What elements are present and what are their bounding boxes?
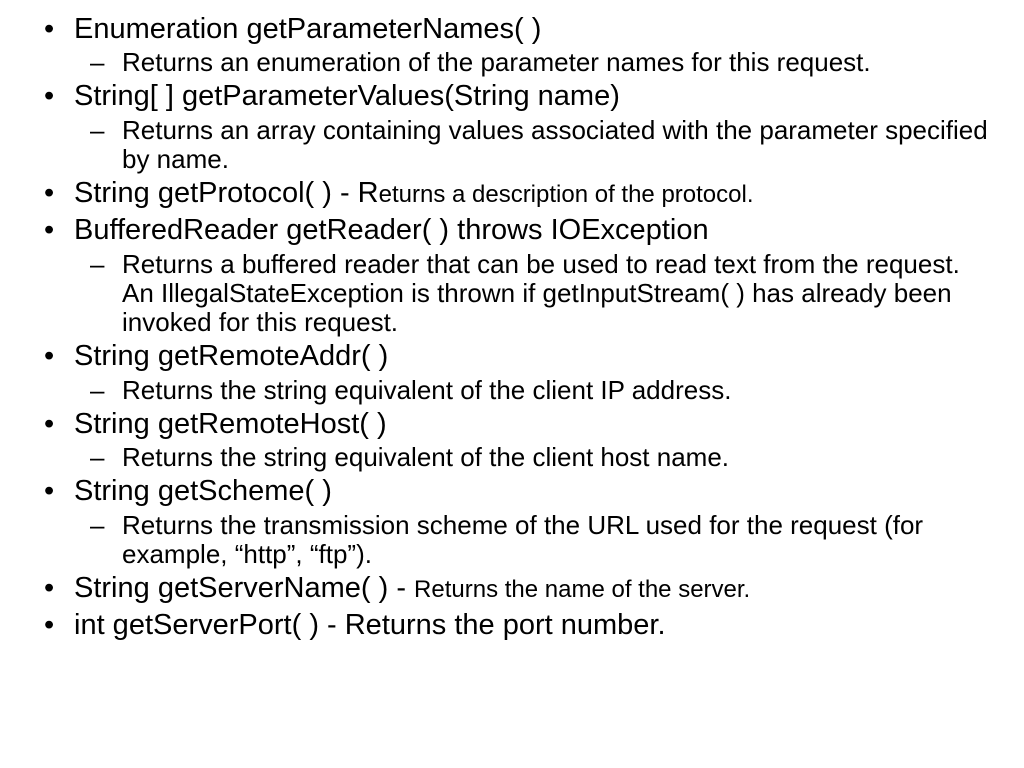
- sub-item-text: Returns the string equivalent of the cli…: [122, 442, 729, 472]
- sub-item-text: Returns a buffered reader that can be us…: [122, 249, 960, 337]
- sub-list: Returns the string equivalent of the cli…: [74, 376, 994, 405]
- item-main-text: String[ ] getParameterValues(String name…: [74, 80, 620, 112]
- bullet-list: Enumeration getParameterNames( )Returns …: [30, 12, 994, 643]
- sub-list: Returns the transmission scheme of the U…: [74, 511, 994, 569]
- item-main-text: BufferedReader getReader( ) throws IOExc…: [74, 214, 709, 246]
- list-item: String getRemoteAddr( )Returns the strin…: [30, 339, 994, 404]
- item-main-text: int getServerPort( ) - Returns the port …: [74, 609, 666, 641]
- list-item: String[ ] getParameterValues(String name…: [30, 79, 994, 174]
- item-main-text: String getRemoteHost( ): [74, 408, 387, 440]
- sub-list: Returns a buffered reader that can be us…: [74, 250, 994, 337]
- sub-item-text: Returns the transmission scheme of the U…: [122, 510, 923, 569]
- item-main-text: String getRemoteAddr( ): [74, 340, 388, 372]
- item-main-text: String getServerName( ) -: [74, 572, 414, 604]
- sub-list: Returns an array containing values assoc…: [74, 116, 994, 174]
- sub-list-item: Returns the string equivalent of the cli…: [74, 443, 994, 472]
- sub-item-text: Returns an enumeration of the parameter …: [122, 47, 871, 77]
- list-item: String getRemoteHost( )Returns the strin…: [30, 407, 994, 472]
- sub-list: Returns an enumeration of the parameter …: [74, 48, 994, 77]
- item-tail-text: Returns the name of the server.: [414, 576, 750, 603]
- list-item: Enumeration getParameterNames( )Returns …: [30, 12, 994, 77]
- item-tail-text: eturns a description of the protocol.: [379, 181, 754, 208]
- item-main-text: String getProtocol( ) - R: [74, 177, 379, 209]
- sub-list-item: Returns the transmission scheme of the U…: [74, 511, 994, 569]
- sub-list: Returns the string equivalent of the cli…: [74, 443, 994, 472]
- sub-list-item: Returns an array containing values assoc…: [74, 116, 994, 174]
- item-main-text: Enumeration getParameterNames( ): [74, 13, 541, 45]
- list-item: BufferedReader getReader( ) throws IOExc…: [30, 213, 994, 337]
- slide-content: Enumeration getParameterNames( )Returns …: [0, 0, 1024, 655]
- list-item: int getServerPort( ) - Returns the port …: [30, 608, 994, 643]
- sub-list-item: Returns a buffered reader that can be us…: [74, 250, 994, 337]
- list-item: String getServerName( ) - Returns the na…: [30, 571, 994, 606]
- list-item: String getScheme( )Returns the transmiss…: [30, 474, 994, 569]
- sub-item-text: Returns the string equivalent of the cli…: [122, 375, 731, 405]
- list-item: String getProtocol( ) - Returns a descri…: [30, 176, 994, 211]
- item-main-text: String getScheme( ): [74, 475, 332, 507]
- sub-item-text: Returns an array containing values assoc…: [122, 115, 988, 174]
- sub-list-item: Returns the string equivalent of the cli…: [74, 376, 994, 405]
- sub-list-item: Returns an enumeration of the parameter …: [74, 48, 994, 77]
